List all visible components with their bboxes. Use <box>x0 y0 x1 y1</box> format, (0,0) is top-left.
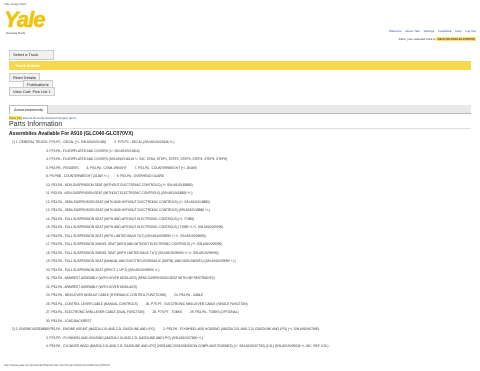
top-nav-links: Welcome About Yale Settings Feedback Hel… <box>386 29 476 33</box>
logo-word: Yale <box>4 7 45 32</box>
assembly-link[interactable]: 2. P79-PC - DECAL (S/N A910V03446 +/-) <box>114 140 174 144</box>
assembly-link[interactable]: 18. P53-PA - FULL SUSPENSION SWIVEL SEAT… <box>46 251 219 255</box>
section-engine-assembly[interactable]: 2) 2. ENGINE ASSEMBLY <box>12 327 49 331</box>
assembly-link[interactable]: 2. P53-PA - FLYWHEEL AND HOUSING (MAZDA … <box>163 327 319 331</box>
assembly-row: 16. P53-PA - FULL SUSPENSION SEAT (WITH … <box>46 234 208 238</box>
select-truck-button[interactable]: Select a Truck <box>9 50 54 60</box>
assembly-link[interactable]: 19. P53-PA - FULL SUSPENSION SEAT (MANUA… <box>46 259 236 263</box>
assembly-row: 11. P53-PA - NON-SUSPENSION SEAT (WITHOU… <box>46 191 194 195</box>
assembly-link[interactable]: 26. P79-PT - ELECTRONIC MINI-LEVER CABLE… <box>146 302 248 306</box>
assembly-row: 19. P53-PA - FULL SUSPENSION SEAT (MANUA… <box>46 259 238 263</box>
assembly-row: 14. P53-PA - FULL SUSPENSION SEAT (WITH … <box>46 217 196 221</box>
assembly-link[interactable]: 29. P53-PA - TOBKS (OPTIONAL) <box>190 310 239 314</box>
assembly-link[interactable]: 22. P53-PA - ARMREST ASSEMBLY (WITH LEVE… <box>46 285 137 289</box>
assembly-title: Assemblies Available For A910 (GLC040-GL… <box>9 131 134 137</box>
settings-link[interactable]: Settings <box>424 29 435 33</box>
breadcrumb-parts[interactable]: Parts Info <box>9 116 22 120</box>
assembly-row: 13. P53-PA - SEMI-SUSPENSION SEAT (WITH … <box>46 208 212 212</box>
logout-link[interactable]: Log Out <box>465 29 476 33</box>
assembly-link[interactable]: 6. P53-PA - COWL WEIGHT <box>87 166 127 170</box>
assembly-link[interactable]: 17. P53-PA - FULL SUSPENSION SWIVEL SEAT… <box>46 242 222 246</box>
breadcrumb-links[interactable]: Recent Records Selected Support Items <box>23 116 77 120</box>
announcements-bar: Announcements <box>9 105 471 114</box>
view-cart-button[interactable]: View Cart: Pick List 1 <box>9 87 55 96</box>
assembly-row: 21. P53-PA - ARMREST ASSEMBLY (WITH LEVE… <box>46 276 217 280</box>
yale-logo[interactable]: Yale Genuine Parts <box>4 7 45 36</box>
help-link[interactable]: Help <box>455 29 461 33</box>
about-link[interactable]: About Yale <box>405 29 419 33</box>
assembly-link[interactable]: 13. P53-PA - SEMI-SUSPENSION SEAT (WITH … <box>46 208 210 212</box>
page-tab-title: Yale Grasp Parts <box>4 2 27 6</box>
assembly-link[interactable]: 1. P79-PC - DECAL (+/- S/N A910V01490) <box>46 140 106 144</box>
selected-truck-prefix: Parts: your selected truck is <box>398 37 436 41</box>
assembly-row: 30. P53-PA - LOAD BACKREST <box>46 319 93 323</box>
assembly-row: 22. P53-PA - ARMREST ASSEMBLY (WITH LEVE… <box>46 285 139 289</box>
assembly-row: 23. P53-PA - MINI-LEVER MODULE CABLE (HY… <box>46 293 205 297</box>
assembly-link[interactable]: 14. P53-PA - FULL SUSPENSION SEAT (WITH … <box>46 217 194 221</box>
assembly-row: 12. P53-PA - SEMI-SUSPENSION SEAT (WITH … <box>46 200 212 204</box>
assembly-link[interactable]: 27. P53-PA - ELECTRONIC MINI-LEVER CABLE… <box>46 310 144 314</box>
assembly-link[interactable]: 12. P53-PA - SEMI-SUSPENSION SEAT (WITH … <box>46 200 210 204</box>
assembly-link[interactable]: 21. P53-PA - ARMREST ASSEMBLY (WITH LEVE… <box>46 276 215 280</box>
welcome-link[interactable]: Welcome <box>389 29 401 33</box>
truck-details-bar[interactable]: Truck Details <box>9 61 471 70</box>
page-title: Parts Information <box>9 121 471 129</box>
assembly-row: 8. P9-PBB - COUNTERWEIGHT (31369 +/-) 9. … <box>46 174 166 178</box>
assembly-link[interactable]: 3. P79-PA - FLOORPLATES AND COVERS (+/- … <box>46 149 140 153</box>
assembly-link[interactable]: 4. P79-PA - FLOORPLATES AND COVERS (S/N … <box>46 157 227 161</box>
assembly-link[interactable]: 9. P53-PA - OVERHEAD GUARD <box>117 174 164 178</box>
assembly-link[interactable]: 11. P53-PA - NON-SUSPENSION SEAT (WITHOU… <box>46 191 192 195</box>
assembly-link[interactable]: 10. P53-PA - NON-SUSPENSION SEAT (WITHOU… <box>46 183 193 187</box>
selected-truck-model: A910 (GLC040-GLC070VX) <box>436 37 476 41</box>
assembly-link[interactable]: 1. P53-PA - ENGINE MOUNT (MAZDA 2.0L AND… <box>46 327 155 331</box>
assembly-row: 10. P53-PA - NON-SUSPENSION SEAT (WITHOU… <box>46 183 195 187</box>
selected-truck-line: Parts: your selected truck is A910 (GLC0… <box>399 37 476 41</box>
assembly-link[interactable]: 23. P53-PA - MINI-LEVER MODULE CABLE (HY… <box>46 293 166 297</box>
feedback-link[interactable]: Feedback <box>438 29 451 33</box>
section-general-truck[interactable]: 1) 1. GENERAL TRUCK <box>12 140 46 144</box>
footer-url: http://www.yale.com/partsinfo/Parts/inde… <box>4 363 110 367</box>
assembly-link[interactable]: 7. P53-PA - COUNTERWEIGHT (+/- 30469) <box>135 166 197 170</box>
assembly-link[interactable]: 4. P53-PA - CYLINDER HEAD (MAZDA 2.0L AN… <box>46 344 328 348</box>
assembly-row: 17. P53-PA - FULL SUSPENSION SWIVEL SEAT… <box>46 242 224 246</box>
assembly-row: 1. P79-PC - DECAL (+/- S/N A910V01490) 2.… <box>46 140 176 144</box>
assembly-row: 20. P53-PA - FULL SUSPENSION SEAT (SPECT… <box>46 268 161 272</box>
assembly-row: 25. P53-PA - CONTROL LEVER CABLE (MANUAL… <box>46 302 250 306</box>
assembly-link[interactable]: 25. P53-PA - CONTROL LEVER CABLE (MANUAL… <box>46 302 138 306</box>
assembly-row: 4. P79-PA - FLOORPLATES AND COVERS (S/N … <box>46 157 229 161</box>
assembly-link[interactable]: 3. P79-PD - FLYWHEEL AND HOUSING (MAZDA … <box>46 336 203 340</box>
assembly-link[interactable]: 28. P79-PT - TOBKS <box>152 310 182 314</box>
assembly-row: 3. P79-PA - FLOORPLATES AND COVERS (+/- … <box>46 149 142 153</box>
assembly-row: 5. P53-PB - FENDERS 6. P53-PA - COWL WEIG… <box>46 166 199 170</box>
assembly-link[interactable]: 16. P53-PA - FULL SUSPENSION SEAT (WITH … <box>46 234 206 238</box>
assembly-link[interactable]: 8. P9-PBB - COUNTERWEIGHT (31369 +/-) <box>46 174 109 178</box>
breadcrumb: Parts Info Recent Records Selected Suppo… <box>9 116 76 120</box>
assembly-link[interactable]: 20. P53-PA - FULL SUSPENSION SEAT (SPECT… <box>46 268 159 272</box>
assembly-link[interactable]: 15. P53-PA - FULL SUSPENSION SEAT (WITH … <box>46 225 223 229</box>
assembly-link[interactable]: 5. P53-PB - FENDERS <box>46 166 79 170</box>
assembly-link[interactable]: 24. P53-PA - CABLE <box>174 293 203 297</box>
assembly-row: 3. P79-PD - FLYWHEEL AND HOUSING (MAZDA … <box>46 336 205 340</box>
assembly-row: 4. P53-PA - CYLINDER HEAD (MAZDA 2.0L AN… <box>46 344 330 348</box>
assembly-row: 27. P53-PA - ELECTRONIC MINI-LEVER CABLE… <box>46 310 241 314</box>
assembly-row: 1. P53-PA - ENGINE MOUNT (MAZDA 2.0L AND… <box>46 327 321 331</box>
assembly-row: 15. P53-PA - FULL SUSPENSION SEAT (WITH … <box>46 225 225 229</box>
announcements-tab[interactable]: Announcements <box>9 105 48 114</box>
assembly-link[interactable]: 30. P53-PA - LOAD BACKREST <box>46 319 91 323</box>
assembly-row: 18. P53-PA - FULL SUSPENSION SWIVEL SEAT… <box>46 251 221 255</box>
